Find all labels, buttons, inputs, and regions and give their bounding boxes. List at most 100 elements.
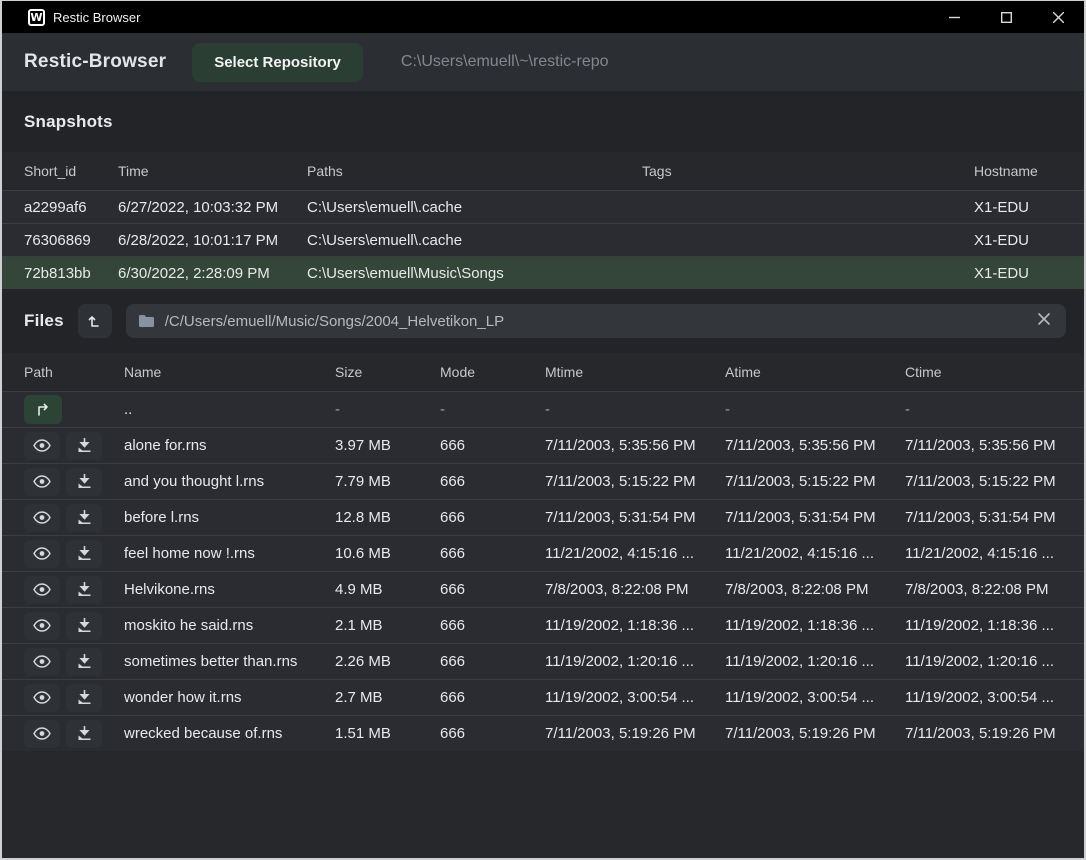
download-file-button[interactable]: [66, 468, 102, 496]
download-file-button[interactable]: [66, 612, 102, 640]
file-size: 3.97 MB: [335, 437, 440, 454]
file-atime: 11/19/2002, 3:00:54 ...: [725, 689, 905, 706]
file-size: 2.1 MB: [335, 617, 440, 634]
download-file-button[interactable]: [66, 504, 102, 532]
file-atime: 7/11/2003, 5:31:54 PM: [725, 509, 905, 526]
file-row[interactable]: wonder how it.rns2.7 MB66611/19/2002, 3:…: [2, 679, 1084, 715]
file-row[interactable]: moskito he said.rns2.1 MB66611/19/2002, …: [2, 607, 1084, 643]
download-file-button[interactable]: [66, 720, 102, 748]
download-icon: [77, 546, 92, 561]
snapshot-row[interactable]: a2299af6 6/27/2022, 10:03:32 PM C:\Users…: [2, 190, 1084, 223]
app-header: Restic-Browser Select Repository C:\User…: [2, 33, 1084, 91]
download-file-button[interactable]: [66, 648, 102, 676]
file-ctime: 7/11/2003, 5:15:22 PM: [905, 473, 1062, 490]
current-path-bar[interactable]: /C/Users/emuell/Music/Songs/2004_Helveti…: [126, 304, 1066, 338]
view-file-button[interactable]: [24, 684, 60, 712]
file-atime: 11/19/2002, 1:20:16 ...: [725, 653, 905, 670]
snapshot-time: 6/27/2022, 10:03:32 PM: [118, 199, 307, 216]
view-file-button[interactable]: [24, 612, 60, 640]
current-path-text: /C/Users/emuell/Music/Songs/2004_Helveti…: [165, 313, 1024, 330]
column-mtime[interactable]: Mtime: [545, 364, 725, 380]
file-mtime: 7/11/2003, 5:31:54 PM: [545, 509, 725, 526]
file-name: sometimes better than.rns: [124, 653, 335, 670]
column-paths[interactable]: Paths: [307, 163, 642, 179]
view-file-button[interactable]: [24, 648, 60, 676]
file-mtime: 7/8/2003, 8:22:08 PM: [545, 581, 725, 598]
file-row[interactable]: feel home now !.rns10.6 MB66611/21/2002,…: [2, 535, 1084, 571]
download-icon: [77, 726, 92, 741]
download-icon: [77, 618, 92, 633]
snapshots-section-header: Snapshots: [2, 91, 1084, 152]
column-short-id[interactable]: Short_id: [24, 163, 118, 179]
file-mtime: 7/11/2003, 5:19:26 PM: [545, 725, 725, 742]
app-window: W Restic Browser Restic-Browser Select R…: [0, 0, 1086, 860]
view-file-button[interactable]: [24, 540, 60, 568]
file-row[interactable]: and you thought l.rns7.79 MB6667/11/2003…: [2, 463, 1084, 499]
file-atime: 7/11/2003, 5:35:56 PM: [725, 437, 905, 454]
file-row[interactable]: Helvikone.rns4.9 MB6667/8/2003, 8:22:08 …: [2, 571, 1084, 607]
file-size: 12.8 MB: [335, 509, 440, 526]
view-file-button[interactable]: [24, 504, 60, 532]
column-size[interactable]: Size: [335, 364, 440, 380]
file-size: 2.26 MB: [335, 653, 440, 670]
file-mtime: -: [545, 401, 725, 418]
snapshot-paths: C:\Users\emuell\.cache: [307, 199, 642, 216]
file-mode: 666: [440, 689, 545, 706]
file-row[interactable]: alone for.rns3.97 MB6667/11/2003, 5:35:5…: [2, 427, 1084, 463]
column-mode[interactable]: Mode: [440, 364, 545, 380]
download-file-button[interactable]: [66, 540, 102, 568]
file-name: and you thought l.rns: [124, 473, 335, 490]
file-mode: 666: [440, 437, 545, 454]
column-time[interactable]: Time: [118, 163, 307, 179]
maximize-button[interactable]: [980, 1, 1032, 33]
eye-icon: [33, 619, 51, 632]
snapshot-hostname: X1-EDU: [974, 199, 1062, 216]
file-name: Helvikone.rns: [124, 581, 335, 598]
close-button[interactable]: [1032, 1, 1084, 33]
select-repository-button[interactable]: Select Repository: [192, 43, 363, 82]
download-file-button[interactable]: [66, 684, 102, 712]
column-tags[interactable]: Tags: [642, 163, 974, 179]
snapshots-title: Snapshots: [24, 112, 113, 132]
file-size: 2.7 MB: [335, 689, 440, 706]
snapshot-hostname: X1-EDU: [974, 265, 1062, 282]
column-atime[interactable]: Atime: [725, 364, 905, 380]
file-row[interactable]: sometimes better than.rns2.26 MB666 11/19…: [2, 643, 1084, 679]
file-ctime: 11/19/2002, 1:20:16 ...: [905, 653, 1062, 670]
close-icon: [1053, 12, 1064, 23]
file-mode: 666: [440, 617, 545, 634]
view-file-button[interactable]: [24, 468, 60, 496]
repository-path: C:\Users\emuell\~\restic-repo: [401, 53, 609, 71]
file-atime: 7/11/2003, 5:15:22 PM: [725, 473, 905, 490]
eye-icon: [33, 655, 51, 668]
clear-icon: [1038, 313, 1050, 325]
download-file-button[interactable]: [66, 576, 102, 604]
file-mode: 666: [440, 653, 545, 670]
file-mode: -: [440, 401, 545, 418]
file-row[interactable]: wrecked because of.rns1.51 MB6667/11/200…: [2, 715, 1084, 751]
snapshot-row[interactable]: 76306869 6/28/2022, 10:01:17 PM C:\Users…: [2, 223, 1084, 256]
column-ctime[interactable]: Ctime: [905, 364, 1062, 380]
view-file-button[interactable]: [24, 432, 60, 460]
download-file-button[interactable]: [66, 432, 102, 460]
download-icon: [77, 474, 92, 489]
file-atime: 11/21/2002, 4:15:16 ...: [725, 545, 905, 562]
open-parent-button[interactable]: [24, 395, 62, 424]
column-name[interactable]: Name: [124, 364, 335, 380]
column-path[interactable]: Path: [24, 364, 124, 380]
view-file-button[interactable]: [24, 720, 60, 748]
snapshot-paths: C:\Users\emuell\.cache: [307, 232, 642, 249]
minimize-button[interactable]: [928, 1, 980, 33]
go-up-button[interactable]: [78, 304, 112, 338]
view-file-button[interactable]: [24, 576, 60, 604]
clear-path-button[interactable]: [1034, 311, 1054, 331]
file-mode: 666: [440, 509, 545, 526]
file-row[interactable]: before l.rns12.8 MB6667/11/2003, 5:31:54…: [2, 499, 1084, 535]
snapshot-row-selected[interactable]: 72b813bb 6/30/2022, 2:28:09 PM C:\Users\…: [2, 256, 1084, 289]
folder-icon: [138, 314, 155, 328]
snapshot-time: 6/28/2022, 10:01:17 PM: [118, 232, 307, 249]
parent-directory-row[interactable]: .. - - - - -: [2, 391, 1084, 427]
file-mtime: 11/19/2002, 3:00:54 ...: [545, 689, 725, 706]
column-hostname[interactable]: Hostname: [974, 163, 1062, 179]
file-ctime: 7/11/2003, 5:35:56 PM: [905, 437, 1062, 454]
